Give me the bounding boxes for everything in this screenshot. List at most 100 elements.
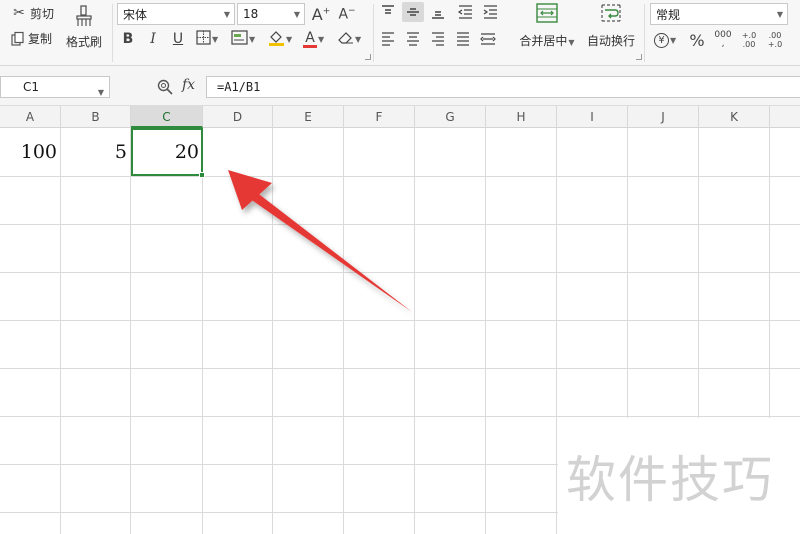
decrease-decimal-button[interactable]: .00 +.0 — [764, 30, 786, 50]
thousands-separator-button[interactable]: 000, — [712, 30, 734, 50]
borders-button[interactable]: ▼ — [196, 30, 218, 48]
border-icon — [196, 30, 211, 48]
group-divider — [373, 4, 374, 62]
font-color-button[interactable]: A ▼ — [303, 29, 324, 49]
align-left-icon — [382, 32, 394, 46]
chevron-down-icon: ▼ — [568, 38, 575, 47]
alignment-dialog-launcher[interactable] — [636, 54, 642, 60]
chevron-down-icon: ▼ — [249, 34, 256, 44]
column-header-h[interactable]: H — [486, 106, 557, 128]
group-divider — [112, 4, 113, 62]
column-header-d[interactable]: D — [203, 106, 273, 128]
magnifier-icon — [157, 79, 173, 95]
increase-decimal-button[interactable]: +.0 .00 — [738, 30, 760, 50]
column-header-g[interactable]: G — [415, 106, 486, 128]
column-header-j[interactable]: J — [628, 106, 699, 128]
ribbon-toolbar: ✂ 剪切 复制 格式刷 宋体 ▼ 18 ▼ A+ A− B I U ▼ ▼ ▼ … — [0, 0, 800, 66]
merge-center-button[interactable]: 合并居中▼ — [517, 2, 577, 52]
grid-line — [0, 320, 800, 321]
decrease-font-size-button[interactable]: A− — [337, 3, 357, 25]
align-top-button[interactable] — [380, 4, 396, 23]
cell-b1[interactable]: 5 — [61, 128, 127, 176]
paintbrush-icon — [72, 4, 96, 27]
percent-format-button[interactable]: % — [688, 30, 706, 50]
grid-line — [272, 128, 273, 534]
align-right-icon — [432, 32, 444, 46]
grid-line — [130, 128, 131, 534]
font-name-select[interactable]: 宋体 ▼ — [117, 3, 235, 25]
cell-a1[interactable]: 100 — [0, 128, 57, 176]
font-color-icon: A — [303, 31, 317, 48]
eraser-icon — [337, 30, 354, 48]
fill-color-button[interactable]: ▼ — [268, 30, 292, 48]
copy-icon — [10, 31, 26, 47]
increase-decimal-icon: +.0 .00 — [741, 31, 757, 49]
align-top-icon — [382, 5, 394, 14]
align-center-button[interactable] — [405, 31, 421, 50]
outdent-icon — [457, 5, 472, 19]
italic-button[interactable]: I — [145, 30, 161, 48]
grid-line — [0, 272, 800, 273]
currency-icon: ¥ — [654, 32, 669, 48]
grid-line — [0, 224, 800, 225]
format-painter-button[interactable]: 格式刷 — [64, 4, 104, 50]
grid-line — [485, 128, 486, 534]
formula-input[interactable]: =A1/B1 — [206, 76, 800, 98]
wrap-text-label: 自动换行 — [586, 34, 635, 48]
column-header-i[interactable]: I — [557, 106, 628, 128]
grid-line — [60, 128, 61, 534]
wrap-text-button[interactable]: 自动换行 — [586, 2, 636, 52]
fill-handle[interactable] — [199, 172, 205, 178]
align-center-icon — [407, 32, 419, 46]
wrap-text-icon — [601, 4, 621, 22]
chevron-down-icon: ▼ — [286, 34, 293, 44]
column-header-f[interactable]: F — [344, 106, 415, 128]
copy-button[interactable]: 复制 — [10, 30, 52, 47]
chevron-down-icon: ▼ — [355, 34, 362, 44]
formula-bar: C1 ▼ fx =A1/B1 — [0, 66, 800, 106]
name-box[interactable]: C1 ▼ — [0, 76, 110, 98]
cell-style-button[interactable]: ▼ — [231, 30, 255, 48]
chevron-down-icon: ▼ — [293, 10, 300, 19]
align-right-button[interactable] — [430, 31, 446, 50]
bold-button[interactable]: B — [120, 30, 136, 48]
insert-function-button[interactable]: fx — [182, 77, 195, 93]
decrease-indent-button[interactable] — [457, 4, 474, 23]
chevron-down-icon: ▼ — [97, 88, 104, 97]
currency-format-button[interactable]: ¥ ▼ — [654, 31, 676, 49]
align-left-button[interactable] — [380, 31, 396, 50]
justify-button[interactable] — [455, 31, 471, 50]
column-header-k[interactable]: K — [699, 106, 770, 128]
increase-font-icon: A+ — [311, 4, 331, 24]
align-middle-button[interactable] — [402, 2, 424, 22]
font-dialog-launcher[interactable] — [365, 54, 371, 60]
grid-line — [556, 128, 557, 534]
underline-icon: U — [172, 31, 184, 47]
align-bottom-button[interactable] — [430, 4, 446, 23]
font-size-select[interactable]: 18 ▼ — [237, 3, 305, 25]
cut-button[interactable]: ✂ 剪切 — [10, 4, 54, 22]
column-header-e[interactable]: E — [273, 106, 344, 128]
indent-icon — [483, 5, 497, 19]
column-headers: A B C D E F G H I J K — [0, 106, 800, 128]
increase-font-size-button[interactable]: A+ — [311, 3, 331, 25]
column-header-a[interactable]: A — [0, 106, 61, 128]
percent-icon: % — [689, 30, 705, 50]
column-header-c[interactable]: C — [131, 106, 203, 128]
align-bottom-icon — [432, 11, 444, 19]
increase-indent-button[interactable] — [482, 4, 499, 23]
distributed-button[interactable] — [479, 31, 497, 50]
number-format-select[interactable]: 常规 ▼ — [650, 3, 788, 25]
underline-button[interactable]: U — [170, 30, 186, 48]
zoom-formula-button[interactable] — [156, 78, 174, 99]
grid-line — [0, 368, 800, 369]
clear-button[interactable]: ▼ — [337, 30, 361, 48]
copy-label: 复制 — [28, 32, 53, 46]
grid-line — [0, 416, 800, 417]
grid-line — [414, 128, 415, 534]
column-header-b[interactable]: B — [61, 106, 131, 128]
watermark-text: 软件技巧 — [566, 451, 774, 509]
decrease-decimal-icon: .00 +.0 — [767, 31, 783, 49]
chevron-down-icon: ▼ — [223, 10, 230, 19]
chevron-down-icon: ▼ — [776, 10, 783, 19]
